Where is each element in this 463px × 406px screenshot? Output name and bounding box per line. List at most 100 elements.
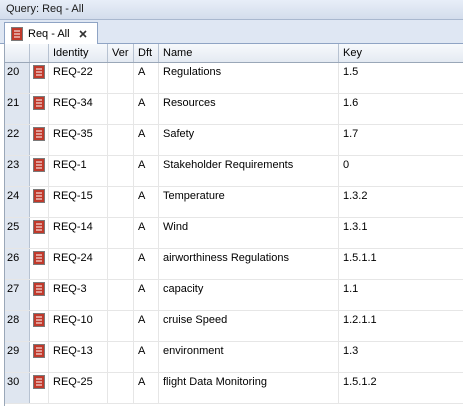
- table-row[interactable]: 30 REQ-25 Aflight Data Monitoring 1.5.1.2: [5, 373, 463, 404]
- dft-cell: A: [134, 63, 159, 93]
- table-row[interactable]: 20 REQ-22 A Regulations 1.5: [5, 63, 463, 94]
- tab-req-all[interactable]: Req - All: [4, 22, 98, 44]
- requirement-icon: [30, 94, 49, 124]
- ver-cell: [108, 63, 134, 93]
- name-cell: environment: [159, 342, 339, 372]
- table-row[interactable]: 28 REQ-10 Acruise Speed 1.2.1.1: [5, 311, 463, 342]
- window-title-bar: Query: Req - All: [0, 0, 463, 20]
- row-number: 23: [5, 156, 30, 186]
- ver-cell: [108, 373, 134, 403]
- requirement-icon: [30, 311, 49, 341]
- window-title: Query: Req - All: [6, 3, 84, 15]
- dft-cell: A: [134, 187, 159, 217]
- ver-cell: [108, 342, 134, 372]
- name-cell: Temperature: [159, 187, 339, 217]
- dft-cell: A: [134, 373, 159, 403]
- header-key[interactable]: Key: [339, 44, 463, 62]
- row-number: 29: [5, 342, 30, 372]
- close-icon[interactable]: [78, 29, 88, 39]
- ver-cell: [108, 280, 134, 310]
- row-number: 25: [5, 218, 30, 248]
- header-name[interactable]: Name: [159, 44, 339, 62]
- identity-cell: REQ-34: [49, 94, 108, 124]
- ver-cell: [108, 156, 134, 186]
- identity-cell: REQ-22: [49, 63, 108, 93]
- name-cell: Regulations: [159, 63, 339, 93]
- requirement-icon: [30, 187, 49, 217]
- tab-strip: Req - All: [0, 20, 463, 44]
- key-cell: 1.3.2: [343, 190, 368, 202]
- ver-cell: [108, 94, 134, 124]
- name-cell: Wind: [159, 218, 339, 248]
- identity-cell: REQ-35: [49, 125, 108, 155]
- query-document-icon: [11, 26, 23, 41]
- name-cell: Resources: [159, 94, 339, 124]
- key-cell: 1.5.1.2: [343, 376, 377, 388]
- ver-cell: [108, 311, 134, 341]
- row-number: 28: [5, 311, 30, 341]
- row-number: 24: [5, 187, 30, 217]
- requirement-icon: [30, 280, 49, 310]
- identity-cell: REQ-3: [49, 280, 108, 310]
- key-cell: 1.3.1: [343, 221, 368, 233]
- dft-cell: A: [134, 280, 159, 310]
- key-cell: 1.1: [343, 283, 359, 295]
- row-number: 20: [5, 63, 30, 93]
- dft-cell: A: [134, 342, 159, 372]
- header-identity[interactable]: Identity: [49, 44, 108, 62]
- row-number: 27: [5, 280, 30, 310]
- header-ver[interactable]: Ver: [108, 44, 134, 62]
- table-row[interactable]: 24 REQ-15 A Temperature 1.3.2: [5, 187, 463, 218]
- dft-cell: A: [134, 156, 159, 186]
- table-row[interactable]: 27 REQ-3 Acapacity 1.1: [5, 280, 463, 311]
- row-number: 21: [5, 94, 30, 124]
- key-cell: 1.5: [343, 66, 359, 78]
- grid-header: Identity Ver Dft Name Key: [5, 44, 463, 63]
- tab-label: Req - All: [28, 27, 70, 40]
- row-number: 22: [5, 125, 30, 155]
- row-number: 30: [5, 373, 30, 403]
- ver-cell: [108, 187, 134, 217]
- results-grid[interactable]: Identity Ver Dft Name Key 20 REQ-22 A Regul…: [4, 44, 463, 406]
- dft-cell: A: [134, 94, 159, 124]
- header-icon: [30, 44, 49, 62]
- identity-cell: REQ-10: [49, 311, 108, 341]
- table-row[interactable]: 25 REQ-14 A Wind 1.3.1: [5, 218, 463, 249]
- dft-cell: A: [134, 249, 159, 279]
- identity-cell: REQ-24: [49, 249, 108, 279]
- header-dft[interactable]: Dft: [134, 44, 159, 62]
- table-row[interactable]: 22 REQ-35 A Safety 1.7: [5, 125, 463, 156]
- row-number: 26: [5, 249, 30, 279]
- table-row[interactable]: 29 REQ-13 Aenvironment 1.3: [5, 342, 463, 373]
- requirement-icon: [30, 249, 49, 279]
- header-rownum: [5, 44, 30, 62]
- ver-cell: [108, 125, 134, 155]
- table-row[interactable]: 21 REQ-34 A Resources 1.6: [5, 94, 463, 125]
- key-cell: 1.6: [343, 97, 359, 109]
- key-cell: 1.7: [343, 128, 359, 140]
- dft-cell: A: [134, 125, 159, 155]
- table-row[interactable]: 23 REQ-1 A Stakeholder Requirements 0: [5, 156, 463, 187]
- requirement-icon: [30, 156, 49, 186]
- requirement-icon: [30, 373, 49, 403]
- identity-cell: REQ-25: [49, 373, 108, 403]
- requirement-icon: [30, 125, 49, 155]
- name-cell: airworthiness Regulations: [159, 249, 339, 279]
- ver-cell: [108, 249, 134, 279]
- name-cell: flight Data Monitoring: [159, 373, 339, 403]
- identity-cell: REQ-1: [49, 156, 108, 186]
- name-cell: capacity: [159, 280, 339, 310]
- identity-cell: REQ-13: [49, 342, 108, 372]
- identity-cell: REQ-14: [49, 218, 108, 248]
- key-cell: 1.2.1.1: [343, 314, 377, 326]
- identity-cell: REQ-15: [49, 187, 108, 217]
- dft-cell: A: [134, 218, 159, 248]
- name-cell: cruise Speed: [159, 311, 339, 341]
- dft-cell: A: [134, 311, 159, 341]
- table-row[interactable]: 26 REQ-24 Aairworthiness Regulations 1.5.1.…: [5, 249, 463, 280]
- name-cell: Stakeholder Requirements: [159, 156, 339, 186]
- key-cell: 1.5.1.1: [343, 252, 377, 264]
- key-cell: 1.3: [343, 345, 359, 357]
- key-cell: 0: [343, 159, 350, 171]
- requirement-icon: [30, 63, 49, 93]
